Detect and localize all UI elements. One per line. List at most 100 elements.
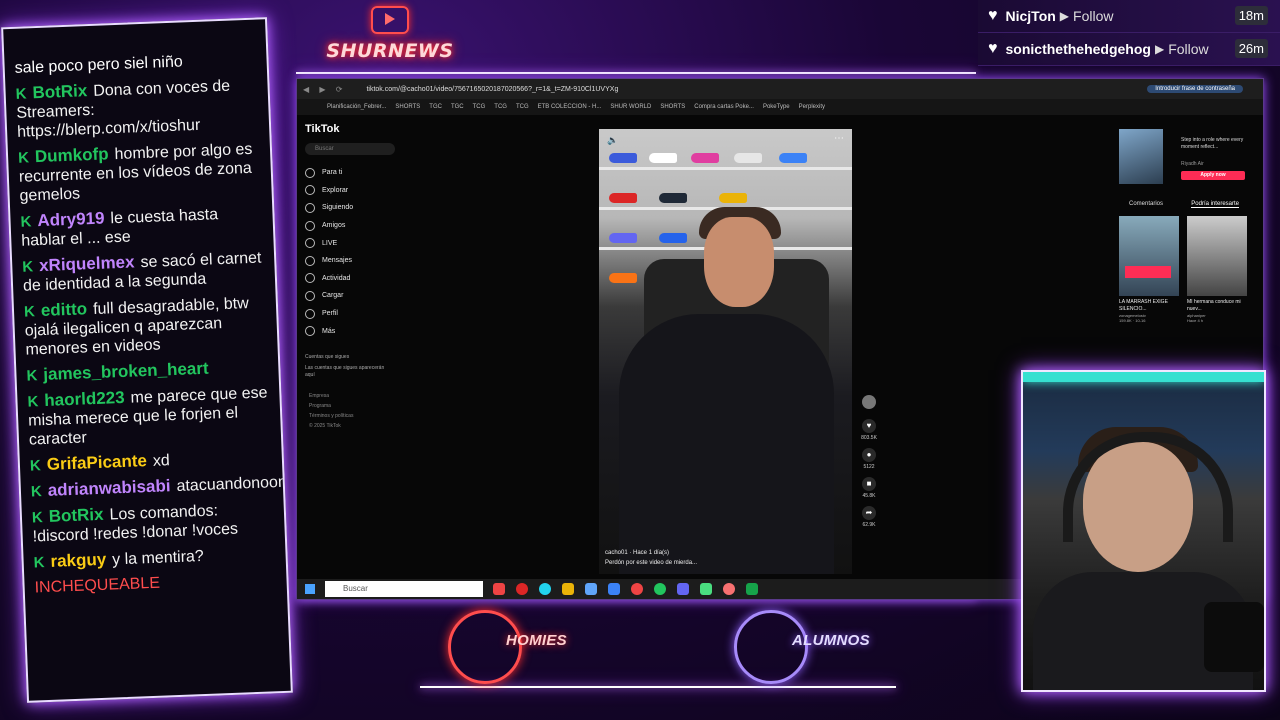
bookmark-item[interactable]: Planificación_Febrer... xyxy=(327,104,386,110)
tiktok-sidebar: TikTok Buscar Para ti Explorar Siguiendo Am… xyxy=(305,123,395,431)
chat-username[interactable]: adrianwabisabi xyxy=(47,476,170,500)
folder-icon[interactable] xyxy=(562,583,574,595)
tab-interest[interactable]: Podría interesarte xyxy=(1191,201,1239,208)
more-icon[interactable]: ⋯ xyxy=(834,133,844,144)
kick-badge-icon: K xyxy=(26,367,38,385)
chat-text: y la mentira? xyxy=(111,547,205,569)
video-author[interactable]: cacho01 · Hace 1 día(s) xyxy=(605,550,697,556)
pokeball-icon[interactable] xyxy=(723,583,735,595)
shoe xyxy=(691,153,719,163)
store-icon[interactable] xyxy=(585,583,597,595)
suggested-video[interactable]: MI hermana conduce mi nuev... alphaniper… xyxy=(1187,216,1247,323)
video-thumbnail[interactable] xyxy=(1187,216,1247,296)
speaker-icon[interactable]: 🔈 xyxy=(607,135,618,146)
suggested-video[interactable]: LA MARRASH EXIGE SILENCIO... zonagemelos… xyxy=(1119,216,1179,323)
password-prompt[interactable]: Introducir frase de contraseña xyxy=(1147,85,1243,93)
chat-username[interactable]: Dumkofp xyxy=(35,144,109,166)
bookmark-item[interactable]: Compra cartas Poke... xyxy=(694,104,754,110)
app-icon[interactable] xyxy=(608,583,620,595)
video-action-icon[interactable]: ➦ xyxy=(862,506,876,520)
ad-box[interactable]: Step into a role where every moment refl… xyxy=(1119,129,1249,189)
chat-text: xd xyxy=(152,452,171,470)
chat-username[interactable]: haorld223 xyxy=(44,388,125,410)
shoe xyxy=(719,193,747,203)
chat-username[interactable]: BotRix xyxy=(48,505,103,526)
tiktok-nav-item[interactable]: LIVE xyxy=(305,234,395,252)
video-thumbnail[interactable] xyxy=(1119,216,1179,296)
tiktok-nav-item[interactable]: Cargar xyxy=(305,287,395,305)
taskbar-search[interactable]: Buscar xyxy=(325,581,483,597)
homies-logo: HOMIES xyxy=(448,610,588,690)
shoe xyxy=(609,153,637,163)
edge-icon[interactable] xyxy=(539,583,551,595)
chat-message: Khaorld223 me parece que ese misha merece… xyxy=(27,382,271,449)
bookmark-item[interactable]: PokeType xyxy=(763,104,790,110)
alert-row: ♥ NicjTon ▶ Follow 18m xyxy=(978,0,1280,33)
bookmark-item[interactable]: SHORTS xyxy=(660,104,685,110)
video-action-icon[interactable]: ■ xyxy=(862,477,876,491)
chat-username[interactable]: editto xyxy=(41,299,88,320)
video-action-icon[interactable]: ● xyxy=(862,448,876,462)
tab-comments[interactable]: Comentarios xyxy=(1129,201,1163,208)
chat-username[interactable]: rakguy xyxy=(50,550,106,571)
kick-badge-icon: K xyxy=(29,457,42,475)
bookmark-item[interactable]: TCG xyxy=(494,104,507,110)
tiktok-nav-item[interactable]: Perfil xyxy=(305,305,395,323)
tiktok-nav-item[interactable]: Mensajes xyxy=(305,252,395,270)
chat-username[interactable]: james_broken_heart xyxy=(43,359,209,384)
video-player[interactable]: 🔈 ⋯ cacho01 · Hace 1 día(s) Perdón por e… xyxy=(599,129,852,574)
bookmark-item[interactable]: SHUR WORLD xyxy=(610,104,651,110)
nav-buttons[interactable]: ◀ ▶ ⟳ xyxy=(303,85,346,94)
bookmark-item[interactable]: TGC xyxy=(451,104,464,110)
windows-start-icon[interactable] xyxy=(305,584,315,594)
footer-link[interactable]: Programa xyxy=(309,401,395,411)
chrome-icon[interactable] xyxy=(654,583,666,595)
obs-icon[interactable] xyxy=(631,583,643,595)
footer-link[interactable]: Términos y políticas xyxy=(309,411,395,421)
address-bar[interactable]: ◀ ▶ ⟳ tiktok.com/@cacho01/video/75671650… xyxy=(297,79,1263,99)
bookmark-item[interactable]: SHORTS xyxy=(395,104,420,110)
chat-username[interactable]: xRiquelmex xyxy=(39,252,135,275)
bookmark-item[interactable]: TCG xyxy=(516,104,529,110)
app-icon[interactable] xyxy=(700,583,712,595)
chat-username[interactable]: BotRix xyxy=(32,81,87,102)
author-avatar[interactable] xyxy=(862,395,876,409)
bookmark-item[interactable]: TCG xyxy=(473,104,486,110)
chat-username[interactable]: GrifaPicante xyxy=(46,451,147,474)
chat-message: Kjames_broken_heart xyxy=(26,356,269,385)
video-actions: ♥ 803.5K ● 5122 ■ 45.8K ➦ 62.9K xyxy=(859,395,879,535)
nav-label: Más xyxy=(322,327,336,335)
tiktok-logo[interactable]: TikTok xyxy=(305,123,395,135)
chat-username[interactable]: Adry919 xyxy=(37,209,105,231)
bookmark-item[interactable]: ETB COLECCION - H... xyxy=(538,104,602,110)
thumb-caption: MI hermana conduce mi nuev... xyxy=(1187,299,1241,312)
bookmark-item[interactable]: Perplexity xyxy=(799,104,825,110)
thumb-caption: LA MARRASH EXIGE SILENCIO... xyxy=(1119,299,1168,312)
taskbar-apps xyxy=(493,583,758,595)
tiktok-nav-item[interactable]: Amigos xyxy=(305,217,395,235)
video-action-count: 45.8K xyxy=(862,493,876,499)
tiktok-nav: Para ti Explorar Siguiendo Amigos LIVE Mensaj… xyxy=(305,164,395,340)
youtube-icon xyxy=(371,6,409,34)
app-icon[interactable] xyxy=(746,583,758,595)
footer-link[interactable]: © 2025 TikTok xyxy=(309,421,395,431)
tiktok-nav-item[interactable]: Más xyxy=(305,322,395,340)
tiktok-nav-item[interactable]: Para ti xyxy=(305,164,395,182)
tiktok-nav-item[interactable]: Actividad xyxy=(305,270,395,288)
video-action-icon[interactable]: ♥ xyxy=(862,419,876,433)
right-column: Step into a role where every moment refl… xyxy=(1119,129,1249,323)
footer-link[interactable]: Empresa xyxy=(309,391,395,401)
tiktok-search-input[interactable]: Buscar xyxy=(305,143,395,155)
url-text[interactable]: tiktok.com/@cacho01/video/75671650201870… xyxy=(366,86,618,93)
chat-text xyxy=(214,360,215,377)
bookmark-item[interactable]: TGC xyxy=(429,104,442,110)
suggested-videos: LA MARRASH EXIGE SILENCIO... zonagemelos… xyxy=(1119,216,1249,323)
opera-icon[interactable] xyxy=(516,583,528,595)
ad-thumbnail[interactable] xyxy=(1119,129,1163,184)
discord-icon[interactable] xyxy=(677,583,689,595)
nav-icon xyxy=(305,202,315,213)
apply-now-button[interactable]: Apply now xyxy=(1181,171,1245,180)
brave-icon[interactable] xyxy=(493,583,505,595)
tiktok-nav-item[interactable]: Explorar xyxy=(305,182,395,200)
tiktok-nav-item[interactable]: Siguiendo xyxy=(305,199,395,217)
